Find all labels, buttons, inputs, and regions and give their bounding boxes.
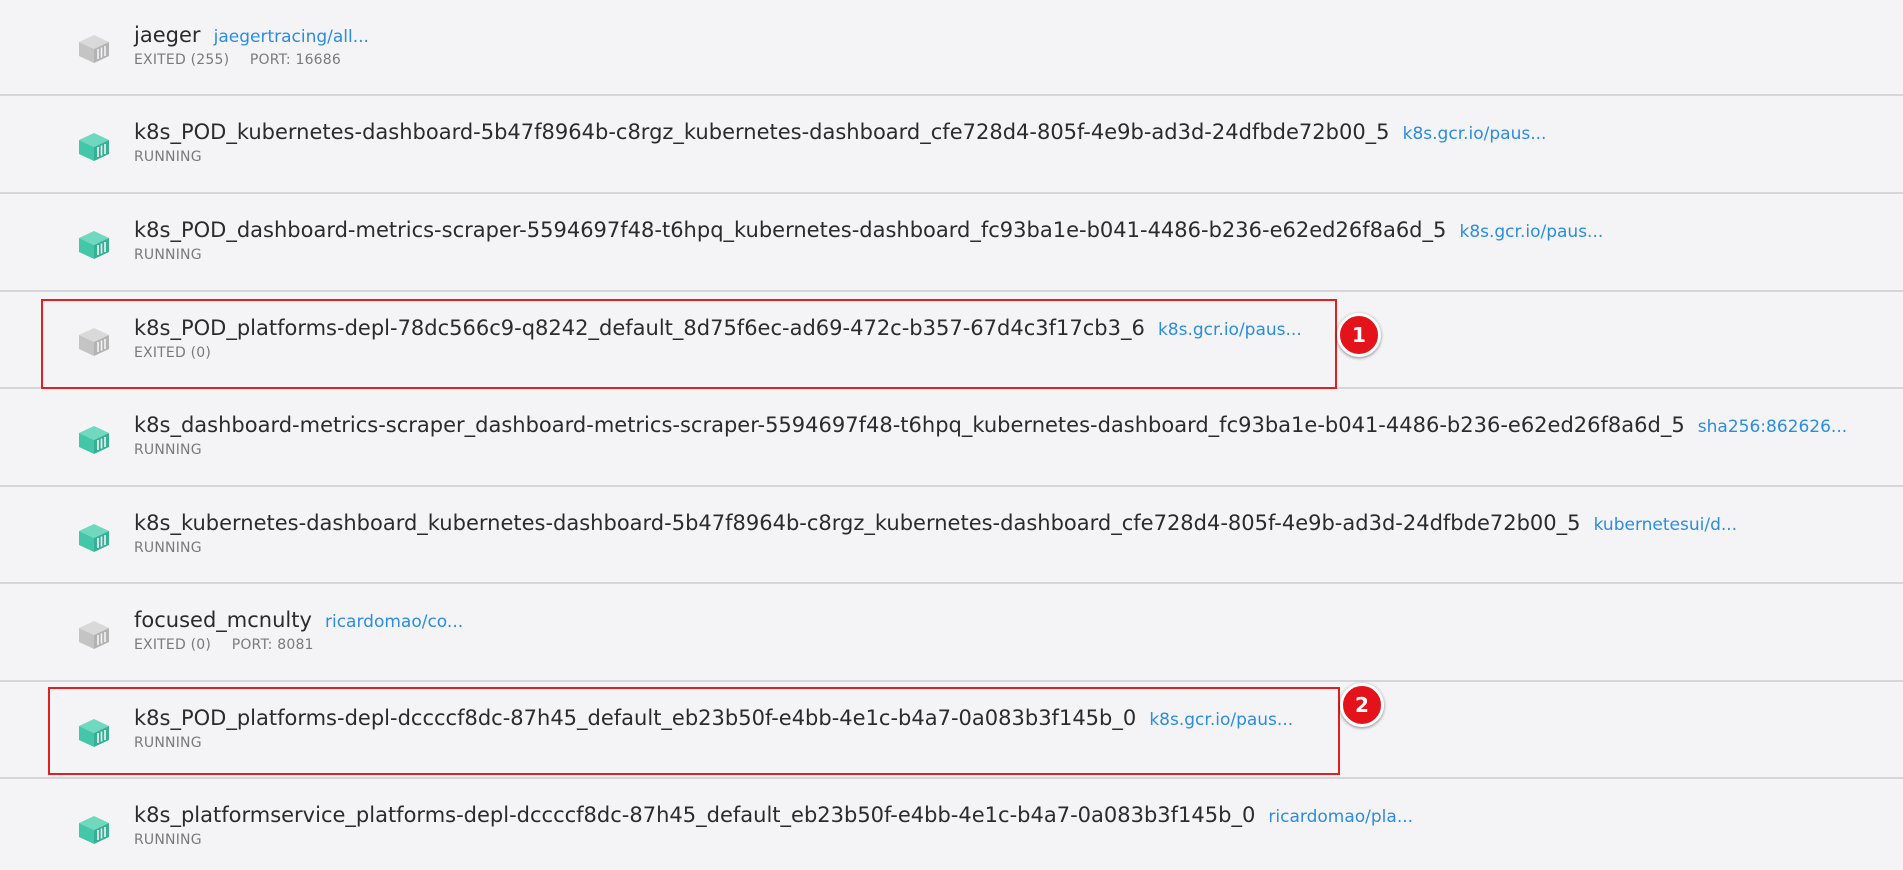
container-name: jaeger (134, 23, 201, 47)
container-status: RUNNING (134, 540, 202, 556)
container-name: k8s_kubernetes-dashboard_kubernetes-dash… (134, 511, 1581, 535)
container-image-link[interactable]: jaegertracing/all... (214, 27, 369, 47)
container-name: k8s_dashboard-metrics-scraper_dashboard-… (134, 413, 1685, 437)
container-port: PORT: 16686 (249, 52, 341, 68)
container-running-icon (77, 229, 111, 261)
container-running-icon (77, 131, 111, 163)
container-status: RUNNING (134, 149, 202, 165)
container-image-link[interactable]: ricardomao/pla... (1268, 807, 1413, 827)
highlight-box-2 (48, 687, 1340, 775)
container-port: PORT: 8081 (231, 637, 314, 653)
container-row-focused-mcnulty[interactable]: focused_mcnulty ricardomao/co... EXITED … (0, 584, 1903, 682)
container-row-dashboard-metrics-scraper-pod[interactable]: k8s_POD_dashboard-metrics-scraper-559469… (0, 194, 1903, 292)
container-name: focused_mcnulty (134, 608, 312, 632)
annotation-badge-1: 1 (1337, 313, 1381, 357)
container-image-link[interactable]: k8s.gcr.io/paus... (1459, 222, 1603, 242)
container-image-link[interactable]: kubernetesui/d... (1594, 515, 1737, 535)
annotation-badge-2: 2 (1340, 683, 1384, 727)
container-running-icon (77, 522, 111, 554)
container-status: EXITED (255) (134, 52, 230, 68)
container-image-link[interactable]: ricardomao/co... (325, 612, 463, 632)
container-row-kubernetes-dashboard-pod[interactable]: k8s_POD_kubernetes-dashboard-5b47f8964b-… (0, 96, 1903, 194)
container-exited-icon (77, 33, 111, 65)
container-running-icon (77, 814, 111, 846)
container-row-dashboard-metrics-scraper[interactable]: k8s_dashboard-metrics-scraper_dashboard-… (0, 389, 1903, 487)
container-status: RUNNING (134, 442, 202, 458)
container-list: jaeger jaegertracing/all... EXITED (255)… (0, 0, 1903, 870)
container-running-icon (77, 424, 111, 456)
container-row-platformservice[interactable]: k8s_platformservice_platforms-depl-dcccc… (0, 779, 1903, 870)
container-row-jaeger[interactable]: jaeger jaegertracing/all... EXITED (255)… (0, 0, 1903, 96)
container-name: k8s_POD_kubernetes-dashboard-5b47f8964b-… (134, 120, 1390, 144)
container-status: RUNNING (134, 832, 202, 848)
container-row-kubernetes-dashboard[interactable]: k8s_kubernetes-dashboard_kubernetes-dash… (0, 487, 1903, 584)
container-image-link[interactable]: k8s.gcr.io/paus... (1403, 124, 1547, 144)
container-name: k8s_platformservice_platforms-depl-dcccc… (134, 803, 1256, 827)
container-image-link[interactable]: sha256:862626... (1698, 417, 1847, 437)
container-status: EXITED (0) (134, 637, 212, 653)
container-name: k8s_POD_dashboard-metrics-scraper-559469… (134, 218, 1447, 242)
container-status: RUNNING (134, 247, 202, 263)
container-exited-icon (77, 619, 111, 651)
highlight-box-1 (41, 299, 1337, 389)
